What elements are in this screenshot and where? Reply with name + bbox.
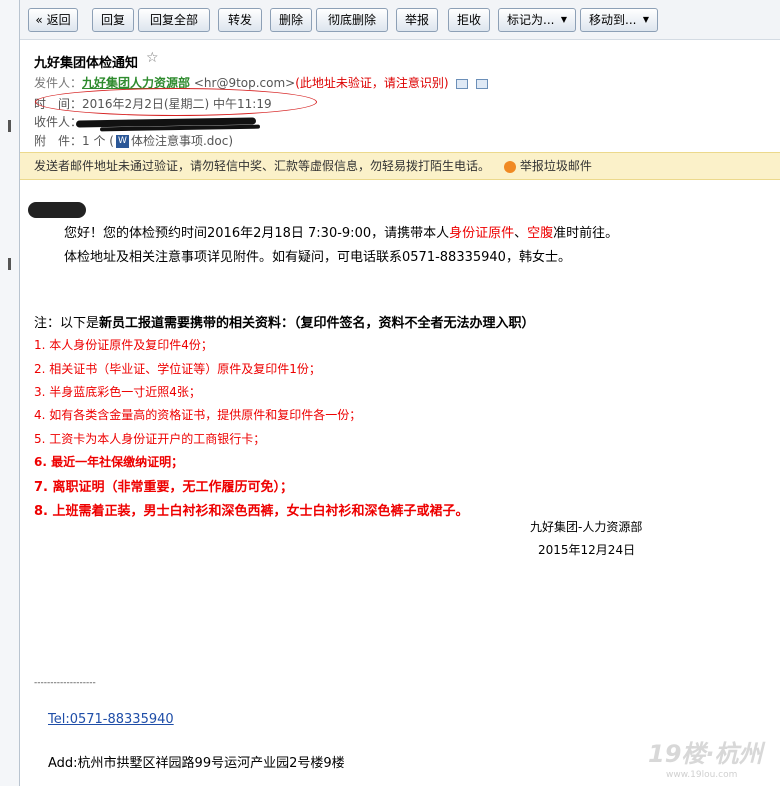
email-body: 您好！您的体检预约时间2016年2月18日 7:30-9:00，请携带本人身份证… [20,182,780,786]
body-text: 您好！您的体检预约时间2016年2月18日 7:30-9:00，请携带本人 [64,226,450,241]
attachment-row: 附 件：1 个 (W 体检注意事项.doc) [34,132,233,149]
list-item: 8. 上班需着正装，男士白衬衫和深色西裤，女士白衬衫和深色裤子或裙子。 [34,504,469,519]
list-item: 3. 半身蓝底彩色一寸近照4张； [34,385,201,399]
note-heading: 注：以下是新员工报道需要携带的相关资料：（复印件签名，资料不全者无法办理入职） [34,312,535,331]
word-doc-icon: W [115,135,129,148]
body-text: 准时前往。 [553,226,619,241]
signature-date: 2015年12月24日 [538,543,636,557]
watermark-brand: 19楼·杭州 [648,740,763,768]
star-icon[interactable]: ☆ [146,50,159,66]
body-text: 、 [514,226,528,241]
sender-row: 发件人：九好集团人力资源部 <hr@9top.com>(此地址未验证，请注意识别… [34,74,489,91]
left-frame-edge [0,0,20,786]
mail-toolbar: « 返回 回复 回复全部 转发 删除 彻底删除 举报 拒收 标记为... ▼ 移… [20,0,780,40]
sender-label: 发件人： [34,76,83,90]
redacted-greeting [28,202,86,218]
frame-marker [8,120,11,132]
delete-permanent-button[interactable]: 彻底删除 [316,8,388,32]
chevron-down-icon: ▼ [560,15,567,24]
email-subject: 九好集团体检通知 [34,56,139,71]
move-to-dropdown[interactable]: 移动到... ▼ [580,8,658,32]
recipient-row: 收件人： [34,113,82,130]
attachment-name[interactable]: 体检注意事项.doc) [131,134,233,148]
report-button[interactable]: 举报 [396,8,438,32]
sender-warning: (此地址未验证，请注意识别) [295,76,449,90]
highlight-fasting: 空腹 [527,226,554,241]
mark-as-label: 标记为... [507,13,555,27]
contact-card-icon[interactable] [456,78,469,89]
body-paragraph-1: 您好！您的体检预约时间2016年2月18日 7:30-9:00，请携带本人身份证… [64,222,618,241]
list-item: 4. 如有各类含金量高的资格证书，提供原件和复印件各一份； [34,408,362,422]
move-to-label: 移动到... [589,13,637,27]
attachment-count: 1 个 ( [82,134,114,148]
signature-separator: ------------------- [34,678,96,688]
reply-button[interactable]: 回复 [92,8,134,32]
list-item: 1. 本人身份证原件及复印件4份； [34,338,213,352]
attachment-label: 附 件： [34,134,83,148]
note-bold-text: 新员工报道需要携带的相关资料：（复印件签名，资料不全者无法办理入职） [99,316,535,331]
note-prefix: 注：以下是 [34,316,100,331]
list-item: 2. 相关证书（毕业证、学位证等）原件及复印件1份； [34,362,321,376]
tel-link[interactable]: Tel:0571-88335940 [48,712,174,727]
frame-marker [8,258,11,270]
report-spam-link[interactable]: 举报垃圾邮件 [503,159,592,173]
back-button[interactable]: « 返回 [28,8,78,32]
forward-button[interactable]: 转发 [218,8,262,32]
signature-org: 九好集团-人力资源部 [530,520,643,534]
red-ellipse-annotation [35,88,317,116]
delete-button[interactable]: 删除 [270,8,312,32]
site-watermark: 19楼·杭州 www.19lou.com [640,732,780,786]
warning-text: 发送者邮件地址未通过验证，请勿轻信中奖、汇款等虚假信息，勿轻易拨打陌生电话。 [34,159,491,173]
recipient-label: 收件人： [34,115,83,129]
list-item: 7. 离职证明（非常重要，无工作履历可免）； [34,480,294,495]
reject-button[interactable]: 拒收 [448,8,490,32]
body-paragraph-2: 体检地址及相关注意事项详见附件。如有疑问，可电话联系0571-88335940，… [64,250,571,265]
watermark-url: www.19lou.com [666,770,738,780]
list-item: 6. 最近一年社保缴纳证明； [34,455,184,469]
add-contact-icon[interactable] [476,78,489,89]
chevron-down-icon: ▼ [642,15,649,24]
mark-as-dropdown[interactable]: 标记为... ▼ [498,8,576,32]
report-spam-icon [503,160,516,173]
highlight-id-card: 身份证原件 [449,226,515,241]
report-spam-label: 举报垃圾邮件 [519,159,592,173]
address-text: Add:杭州市拱墅区祥园路99号运河产业园2号楼9楼 [48,756,345,771]
sender-verification-warning: 发送者邮件地址未通过验证，请勿轻信中奖、汇款等虚假信息，勿轻易拨打陌生电话。 举… [20,152,780,180]
list-item: 5. 工资卡为本人身份证开户的工商银行卡； [34,432,266,446]
email-header: 九好集团体检通知 ☆ 发件人：九好集团人力资源部 <hr@9top.com>(此… [20,40,780,152]
reply-all-button[interactable]: 回复全部 [138,8,210,32]
